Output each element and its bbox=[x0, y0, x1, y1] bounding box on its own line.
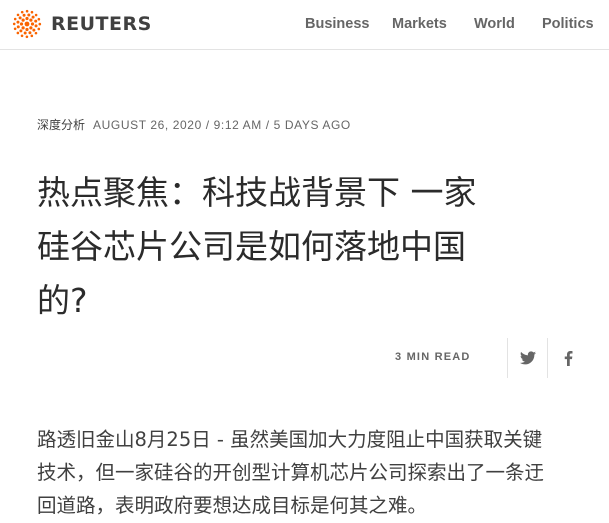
nav-world[interactable]: World bbox=[474, 16, 515, 32]
title-line: 热点聚焦：科技战背景下 一家 bbox=[37, 173, 477, 212]
nav-business[interactable]: Business bbox=[305, 16, 369, 32]
article-meta: 深度分析 AUGUST 26, 2020 / 9:12 AM / 5 DAYS A… bbox=[37, 116, 351, 133]
share-facebook-button[interactable] bbox=[547, 338, 588, 378]
nav-markets[interactable]: Markets bbox=[392, 16, 447, 32]
nav-politics[interactable]: Politics bbox=[542, 16, 594, 32]
facebook-icon bbox=[564, 350, 572, 366]
site-header: REUTERS Business Markets World Politics bbox=[0, 0, 609, 50]
share-twitter-button[interactable] bbox=[507, 338, 548, 378]
title-line: 的? bbox=[37, 281, 88, 320]
article-title: 热点聚焦：科技战背景下 一家 硅谷芯片公司是如何落地中国 的? bbox=[37, 166, 597, 328]
main-nav: Business Markets World Politics bbox=[0, 16, 609, 36]
lede-line: 路透旧金山8月25日 - 虽然美国加大力度阻止中国获取关键 bbox=[37, 428, 543, 451]
article-category[interactable]: 深度分析 bbox=[37, 118, 85, 132]
title-line: 硅谷芯片公司是如何落地中国 bbox=[37, 227, 466, 266]
lede-line: 回道路，表明政府要想达成目标是何其之难。 bbox=[37, 494, 428, 517]
article-dateline: AUGUST 26, 2020 / 9:12 AM / 5 DAYS AGO bbox=[93, 118, 351, 132]
article-lede: 路透旧金山8月25日 - 虽然美国加大力度阻止中国获取关键 技术，但一家硅谷的开… bbox=[37, 423, 602, 522]
lede-line: 技术，但一家硅谷的开创型计算机芯片公司探索出了一条迂 bbox=[37, 461, 545, 484]
twitter-icon bbox=[520, 351, 536, 365]
read-time: 3 MIN READ bbox=[395, 351, 471, 363]
